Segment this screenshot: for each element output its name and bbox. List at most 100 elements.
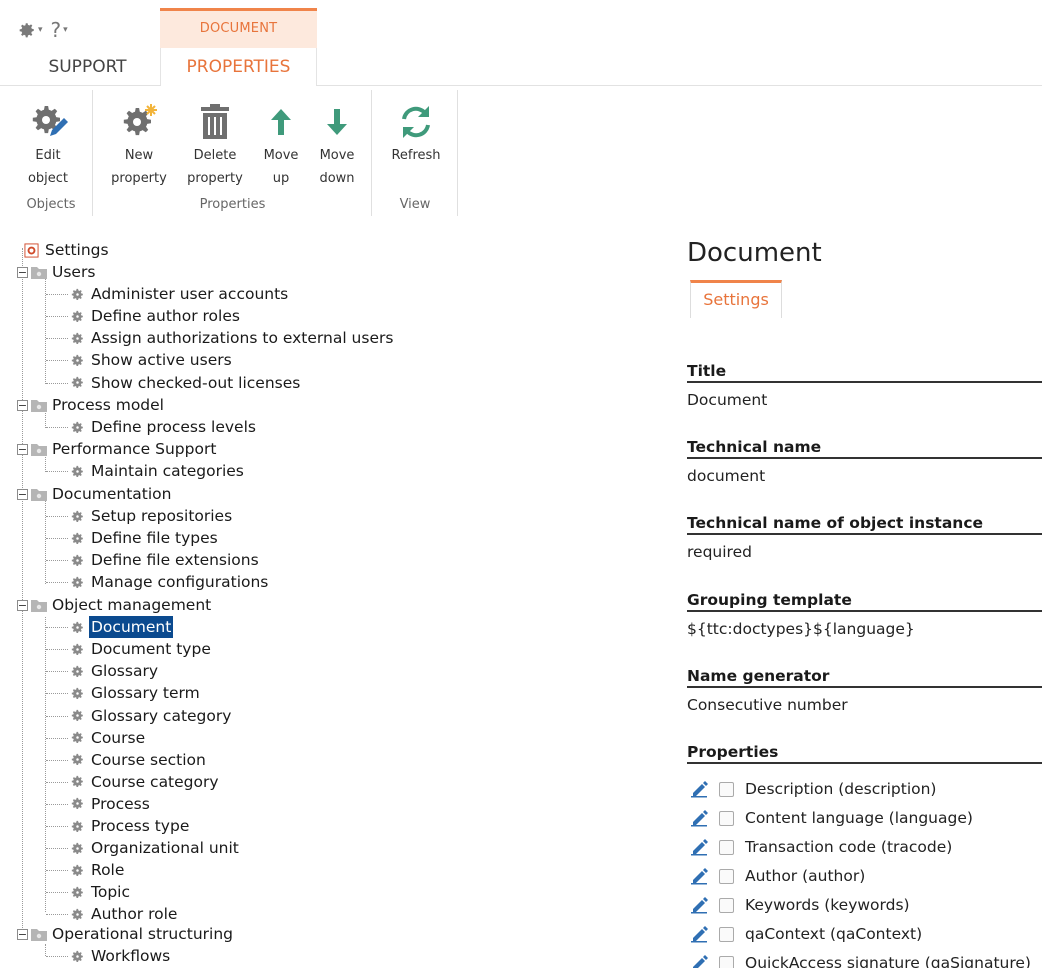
tree-item[interactable]: Organizational unit <box>70 837 241 859</box>
collapse-toggle[interactable]: − <box>17 488 28 500</box>
tree-item[interactable]: Document type <box>70 638 213 660</box>
tree-group-process-model[interactable]: − Process model <box>17 394 166 416</box>
property-checkbox[interactable] <box>719 897 734 913</box>
edit-pencil-icon[interactable] <box>690 954 710 968</box>
edit-pencil-icon[interactable] <box>690 867 710 885</box>
edit-object-button[interactable]: Edit object <box>18 100 78 190</box>
edit-pencil-icon[interactable] <box>690 925 710 943</box>
tree-root-settings[interactable]: Settings <box>24 239 111 261</box>
tab-settings[interactable]: Settings <box>690 280 782 318</box>
tree-item[interactable]: Process type <box>70 815 191 837</box>
property-checkbox[interactable] <box>719 868 734 884</box>
collapse-toggle[interactable]: − <box>17 443 28 455</box>
tree-guide <box>45 617 46 912</box>
property-row: qaContext (qaContext) <box>690 922 922 946</box>
tree-item[interactable]: Define file extensions <box>70 549 261 571</box>
edit-pencil-icon[interactable] <box>690 896 710 914</box>
help-menu-button[interactable]: ? ▾ <box>51 18 68 42</box>
tree-item[interactable]: Define process levels <box>70 416 258 438</box>
tree-item[interactable]: Manage configurations <box>70 571 270 593</box>
edit-pencil-icon[interactable] <box>690 780 710 798</box>
tab-support[interactable]: SUPPORT <box>30 48 145 86</box>
field-label: Title <box>687 362 1042 383</box>
property-checkbox[interactable] <box>719 781 734 797</box>
tree-item[interactable]: Workflows <box>70 945 172 967</box>
move-up-label-1: Move <box>263 148 299 163</box>
gear-icon <box>71 332 83 344</box>
gear-icon <box>71 842 83 854</box>
tree-item[interactable]: Course section <box>70 749 208 771</box>
tree-item-label: Course <box>91 728 146 747</box>
tree-group-operational-structuring[interactable]: − Operational structuring <box>17 923 235 945</box>
tree-guide <box>46 892 68 894</box>
tree-group-label: Performance Support <box>52 440 217 458</box>
edit-pencil-icon[interactable] <box>690 809 710 827</box>
tree-item[interactable]: Administer user accounts <box>70 283 290 305</box>
context-tab-header-label: DOCUMENT <box>199 21 278 36</box>
tree-group-performance-support[interactable]: − Performance Support <box>17 438 218 460</box>
tree-guide <box>46 848 68 850</box>
quick-access-toolbar: ▾ ? ▾ <box>18 18 68 42</box>
tree-item[interactable]: Glossary <box>70 660 160 682</box>
collapse-toggle[interactable]: − <box>17 266 28 278</box>
tree-item[interactable]: Glossary category <box>70 705 233 727</box>
edit-pencil-icon[interactable] <box>690 838 710 856</box>
collapse-toggle[interactable]: − <box>17 928 28 940</box>
gear-icon <box>71 731 83 744</box>
tree-item-label: Assign authorizations to external users <box>91 329 394 348</box>
new-property-button[interactable]: New property <box>106 100 172 190</box>
collapse-toggle[interactable]: − <box>17 399 28 411</box>
property-row: Author (author) <box>690 864 865 888</box>
settings-tree: Settings − Users Administer user accounts D… <box>0 226 655 968</box>
property-checkbox[interactable] <box>719 839 734 855</box>
tree-item[interactable]: Topic <box>70 881 132 903</box>
gear-icon <box>19 23 34 38</box>
tree-guide <box>46 781 68 783</box>
tree-item[interactable]: Define file types <box>70 527 220 549</box>
tree-guide <box>45 499 46 584</box>
arrow-down-icon <box>327 109 347 135</box>
tree-item[interactable]: Document <box>70 616 174 639</box>
move-up-button[interactable]: Move up <box>258 100 304 190</box>
tree-group-users[interactable]: − Users <box>17 261 97 283</box>
folder-icon <box>31 600 47 612</box>
gear-icon <box>71 709 83 721</box>
tree-item[interactable]: Show active users <box>70 349 234 371</box>
field-value: document <box>687 467 766 485</box>
property-checkbox[interactable] <box>719 810 734 826</box>
settings-menu-button[interactable]: ▾ <box>18 21 43 39</box>
tree-group-object-management[interactable]: − Object management <box>17 594 213 616</box>
tab-properties[interactable]: PROPERTIES <box>160 48 317 86</box>
tree-item[interactable]: Show checked-out licenses <box>70 372 302 394</box>
field-value: required <box>687 543 752 561</box>
tree-guide <box>46 471 68 473</box>
tree-item-label: Show checked-out licenses <box>91 373 301 392</box>
tree-guide <box>46 538 68 540</box>
delete-property-label-2: property <box>187 171 243 186</box>
tree-item[interactable]: Maintain categories <box>70 460 246 482</box>
property-label: qaContext (qaContext) <box>745 925 923 943</box>
collapse-toggle[interactable]: − <box>17 599 28 611</box>
tree-item[interactable]: Define author roles <box>70 305 242 327</box>
tree-group-documentation[interactable]: − Documentation <box>17 483 174 505</box>
gear-icon <box>71 820 83 832</box>
property-checkbox[interactable] <box>719 955 734 968</box>
tree-item-label: Glossary term <box>91 684 200 703</box>
tree-item[interactable]: Glossary term <box>70 682 202 704</box>
tree-item[interactable]: Process <box>70 793 152 815</box>
tree-item[interactable]: Assign authorizations to external users <box>70 327 395 349</box>
delete-property-button[interactable]: Delete property <box>182 100 248 190</box>
refresh-button[interactable]: Refresh <box>383 100 449 167</box>
gear-icon <box>71 376 83 388</box>
refresh-label: Refresh <box>391 148 441 163</box>
tree-item[interactable]: Role <box>70 859 126 881</box>
gear-icon <box>71 950 83 962</box>
gear-icon <box>71 554 83 566</box>
tree-item[interactable]: Course category <box>70 771 221 793</box>
tree-item[interactable]: Course <box>70 727 147 749</box>
tree-item[interactable]: Setup repositories <box>70 505 234 527</box>
move-down-button[interactable]: Move down <box>312 100 362 190</box>
tree-guide <box>45 944 46 956</box>
tree-item-label: Document <box>89 616 174 639</box>
property-checkbox[interactable] <box>719 926 734 942</box>
